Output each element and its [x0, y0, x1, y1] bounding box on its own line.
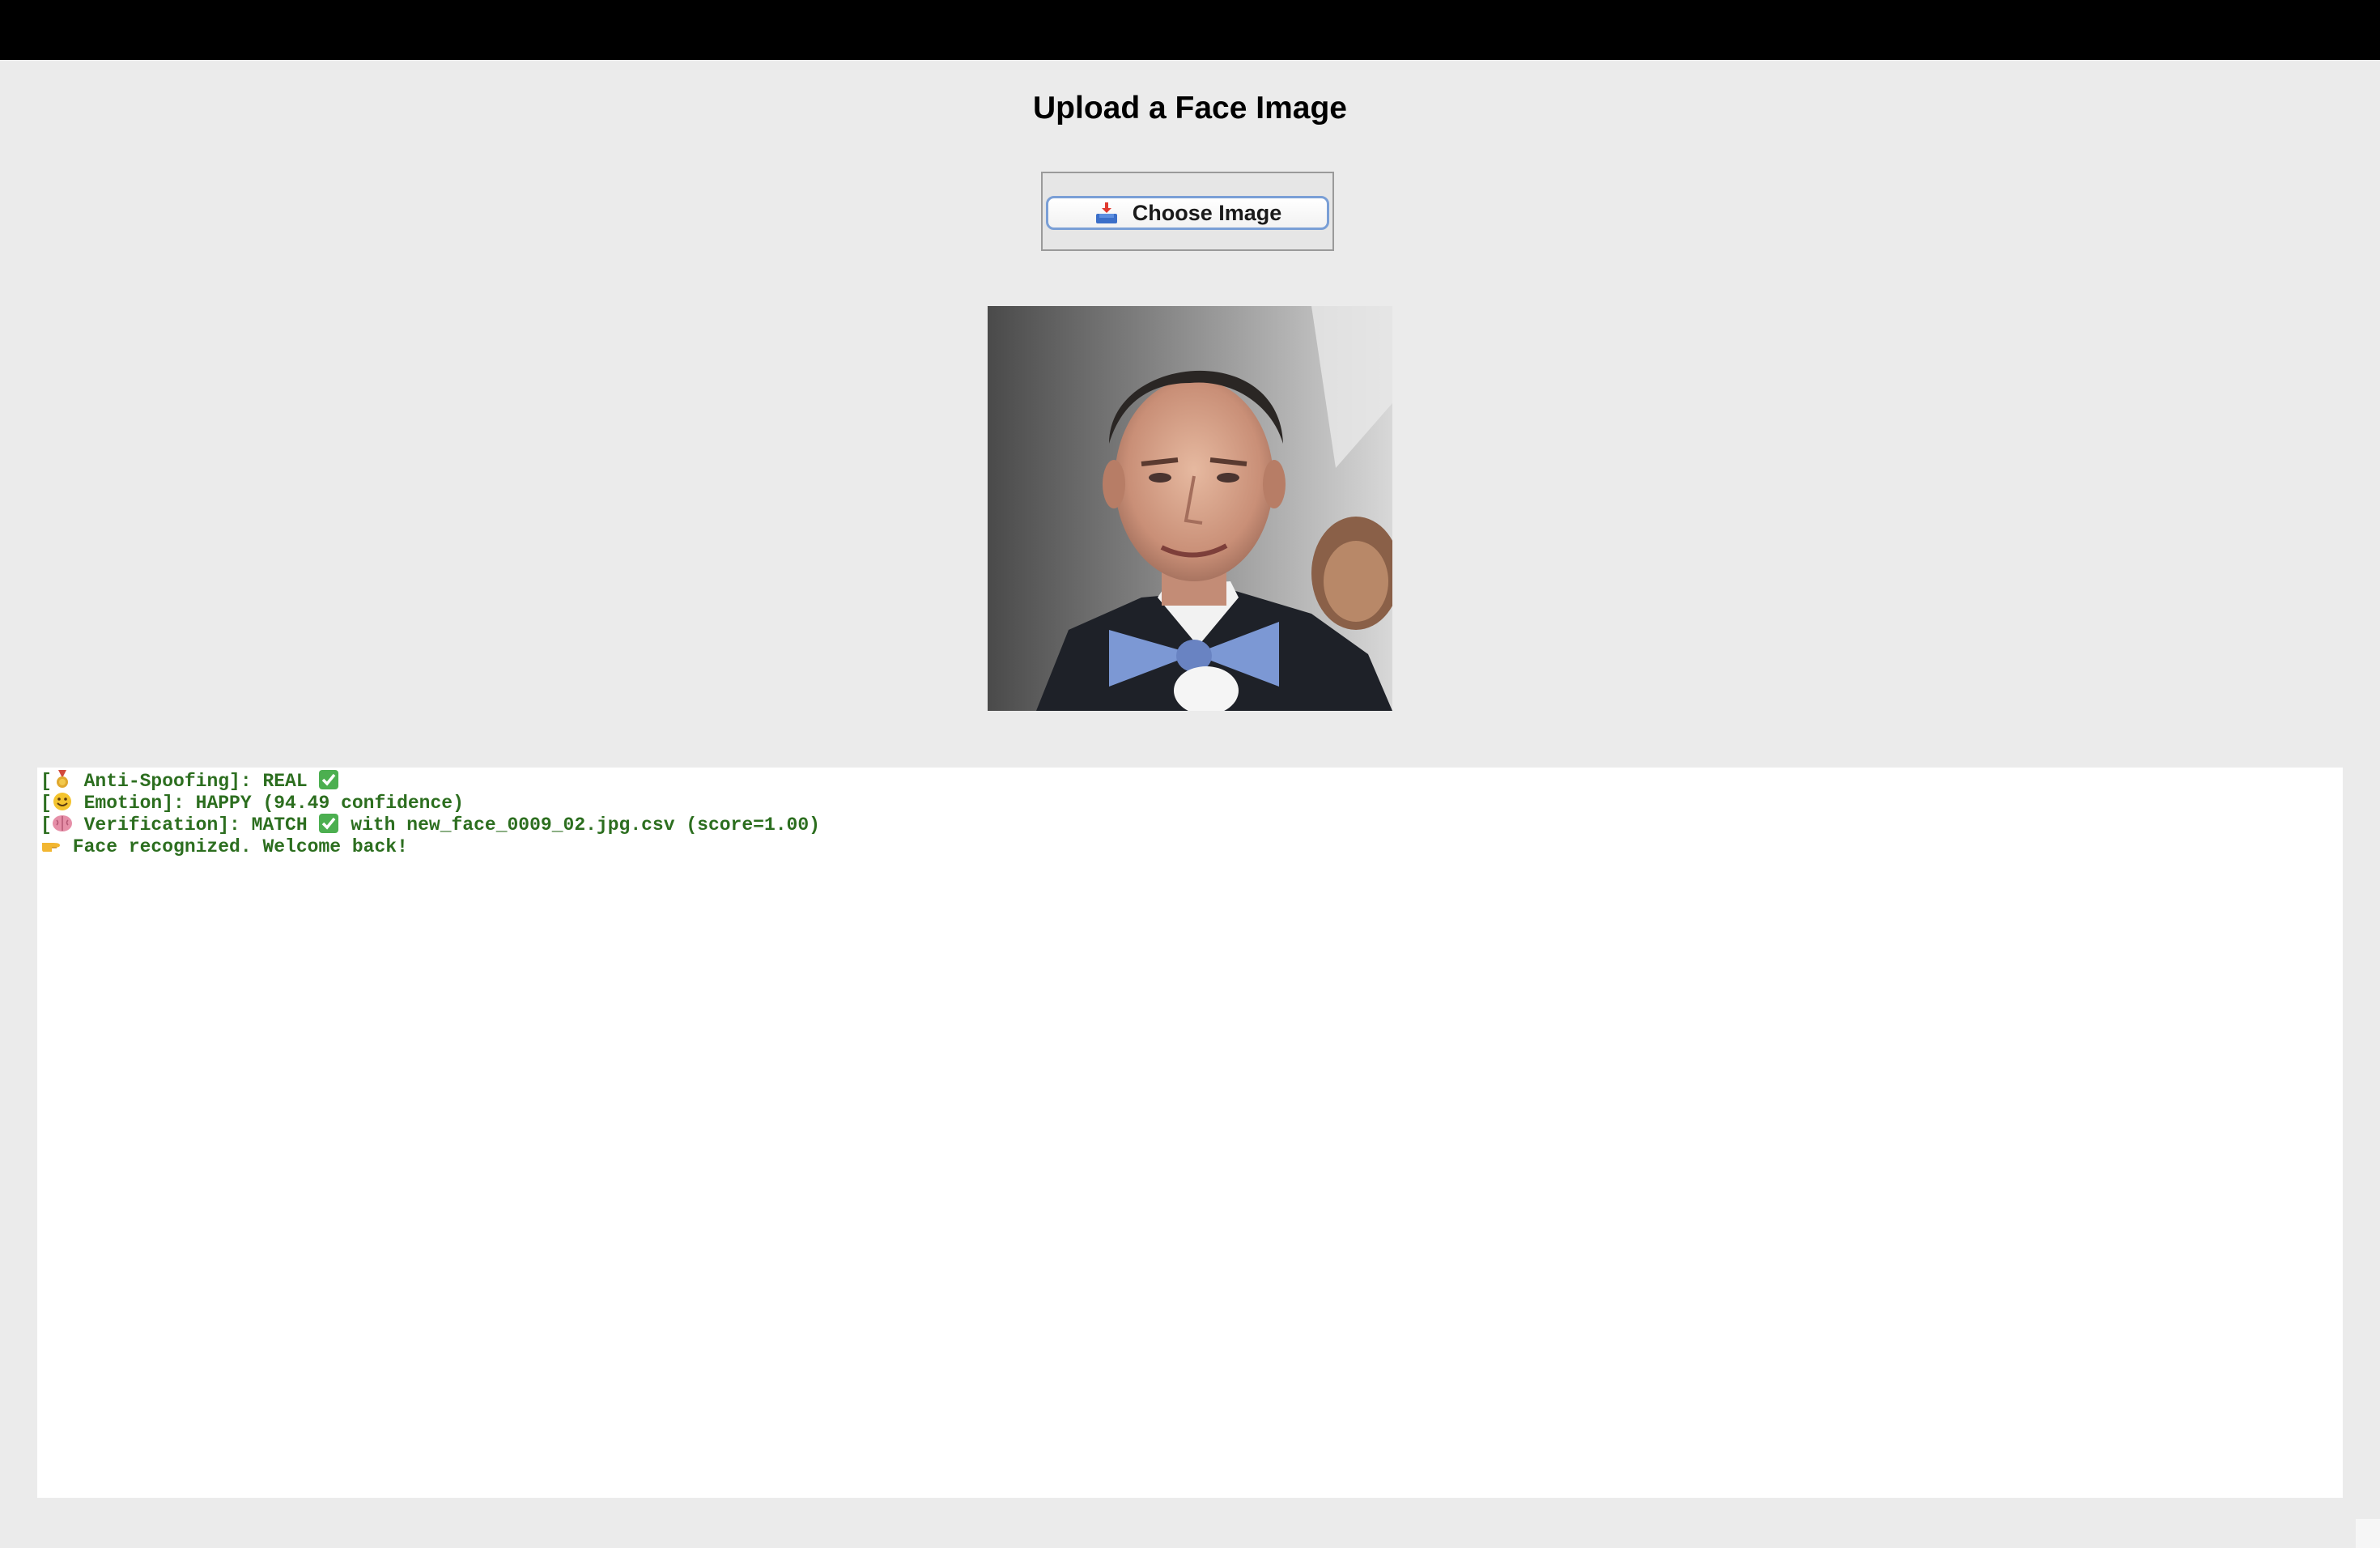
brain-icon — [52, 815, 72, 831]
window-corner — [2356, 1519, 2380, 1548]
upload-button-frame: Choose Image — [1041, 172, 1334, 251]
result-line-welcome: Face recognized. Welcome back! — [40, 836, 2340, 857]
check-icon — [319, 770, 339, 789]
smile-icon — [53, 793, 71, 810]
line-suffix: with new_face_0009_02.jpg.csv (score=1.0… — [339, 814, 820, 836]
result-line-emotion: [ Emotion]: HAPPY (94.49 confidence) — [40, 792, 2340, 814]
line-prefix: [ — [40, 771, 52, 792]
page-title: Upload a Face Image — [1033, 91, 1347, 125]
choose-image-button[interactable]: Choose Image — [1046, 196, 1329, 230]
medal-icon — [56, 770, 68, 788]
result-line-verification: [ Verification]: MATCH with new_face_000… — [40, 814, 2340, 836]
uploaded-face-photo — [988, 306, 1392, 711]
window-titlebar — [0, 0, 2380, 60]
choose-image-label: Choose Image — [1132, 200, 1282, 225]
pointing-hand-icon — [42, 843, 60, 852]
line-text: Verification]: MATCH — [72, 814, 319, 836]
check-icon — [319, 814, 339, 833]
result-output-panel[interactable]: [ Anti-Spoofing]: REAL [ Emotion]: HAPPY… — [37, 768, 2343, 1498]
line-prefix: [ — [40, 793, 52, 814]
line-prefix: [ — [40, 814, 52, 836]
inbox-tray-icon — [1095, 202, 1117, 223]
face-photo-image — [988, 306, 1392, 711]
result-line-anti-spoofing: [ Anti-Spoofing]: REAL — [40, 770, 2340, 792]
line-text: Anti-Spoofing]: REAL — [72, 771, 319, 792]
line-text: Face recognized. Welcome back! — [62, 836, 408, 857]
line-text: Emotion]: HAPPY (94.49 confidence) — [72, 793, 464, 814]
